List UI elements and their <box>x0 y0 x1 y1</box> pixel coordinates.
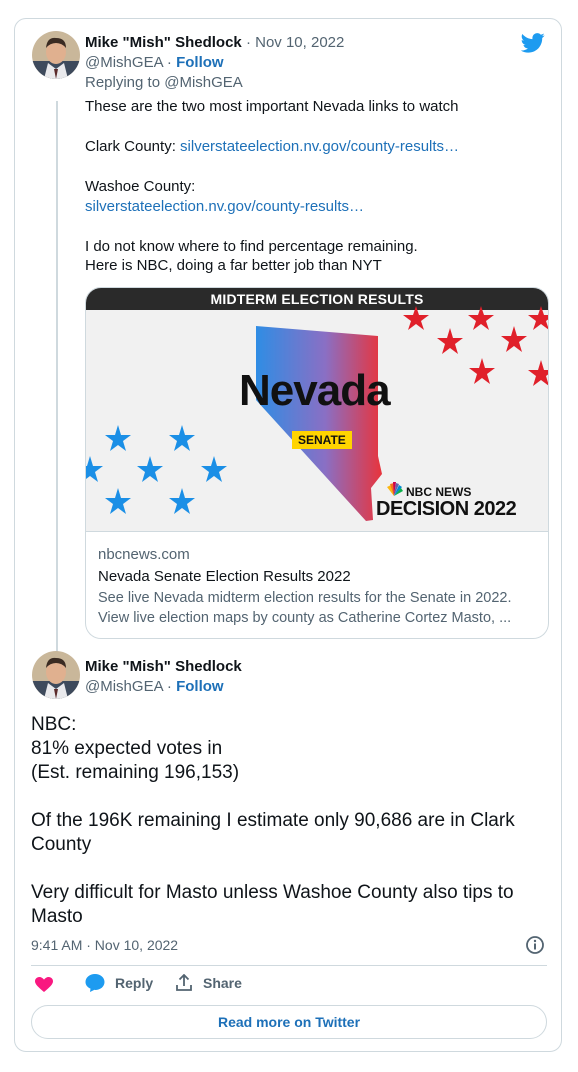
avatar[interactable] <box>32 31 80 79</box>
replying-to-handle[interactable]: @MishGEA <box>164 74 243 91</box>
follow-button[interactable]: Follow <box>176 678 224 695</box>
clark-county-label: Clark County: <box>85 138 176 155</box>
tweet-embed-card: Mike "Mish" Shedlock · Nov 10, 2022 @Mis… <box>14 18 562 1052</box>
thread-connector <box>56 101 58 659</box>
tweet-text-line: County <box>31 834 92 855</box>
red-stars-icon <box>403 306 548 386</box>
tweet-text-line: Very difficult for Masto unless Washoe C… <box>31 882 514 903</box>
blue-stars-icon <box>86 425 227 514</box>
link-preview-card[interactable]: MIDTERM ELECTION RESULTS Nevada SENATE N… <box>85 287 549 639</box>
preview-description: View live election maps by county as Cat… <box>98 610 512 626</box>
twitter-logo-icon[interactable] <box>521 33 545 53</box>
washoe-county-link[interactable]: silverstateelection.nv.gov/county-result… <box>85 198 364 215</box>
heart-icon[interactable] <box>35 977 53 993</box>
share-label: Share <box>203 975 242 991</box>
network-name: NBC NEWS <box>406 485 472 499</box>
author-handle[interactable]: @MishGEA <box>85 54 163 71</box>
tweet-text-line: Of the 196K remaining I estimate only 90… <box>31 810 515 831</box>
reply-button[interactable]: Reply <box>85 974 153 992</box>
decision-title: DECISION 2022 <box>376 498 517 520</box>
preview-domain: nbcnews.com <box>98 546 190 563</box>
read-more-button[interactable]: Read more on Twitter <box>31 1005 547 1039</box>
washoe-county-label: Washoe County: <box>85 178 196 195</box>
share-button[interactable]: Share <box>175 974 242 992</box>
reply-label: Reply <box>115 975 154 991</box>
race-badge: SENATE <box>292 431 352 449</box>
preview-title: Nevada Senate Election Results 2022 <box>98 568 351 585</box>
separator-dot: · <box>166 54 172 71</box>
tweet-text-line: Here is NBC, doing a far better job than… <box>85 257 382 274</box>
tweet-text-line: These are the two most important Nevada … <box>85 98 459 115</box>
author-name[interactable]: Mike "Mish" Shedlock <box>85 658 242 675</box>
author-handle[interactable]: @MishGEA <box>85 678 163 695</box>
tweet-text-line: NBC: <box>31 714 77 735</box>
avatar[interactable] <box>32 651 80 699</box>
preview-description: See live Nevada midterm election results… <box>98 590 512 606</box>
state-name: Nevada <box>239 366 391 415</box>
tweet-date[interactable]: Nov 10, 2022 <box>255 34 344 51</box>
info-icon[interactable] <box>525 935 545 955</box>
preview-meta: nbcnews.com Nevada Senate Election Resul… <box>86 531 548 638</box>
tweet-text-line: I do not know where to find percentage r… <box>85 238 418 255</box>
preview-image: MIDTERM ELECTION RESULTS Nevada SENATE N… <box>86 288 548 531</box>
author-name[interactable]: Mike "Mish" Shedlock <box>85 34 242 51</box>
replying-to-label: Replying to <box>85 74 161 91</box>
separator-dot: · <box>245 34 251 51</box>
share-icon <box>176 974 192 991</box>
separator-dot: · <box>166 678 172 695</box>
reply-bubble-icon <box>85 974 105 992</box>
tweet-text-line: (Est. remaining 196,153) <box>31 762 240 783</box>
tweet-text-line: 81% expected votes in <box>31 738 223 759</box>
nevada-shape <box>256 326 382 521</box>
tweet-timestamp[interactable]: 9:41 AM · Nov 10, 2022 <box>31 937 178 953</box>
follow-button[interactable]: Follow <box>176 54 224 71</box>
tweet-text-line: Masto <box>31 906 83 927</box>
clark-county-link[interactable]: silverstateelection.nv.gov/county-result… <box>180 138 459 155</box>
nbc-peacock-icon <box>387 482 403 496</box>
divider <box>31 965 547 966</box>
